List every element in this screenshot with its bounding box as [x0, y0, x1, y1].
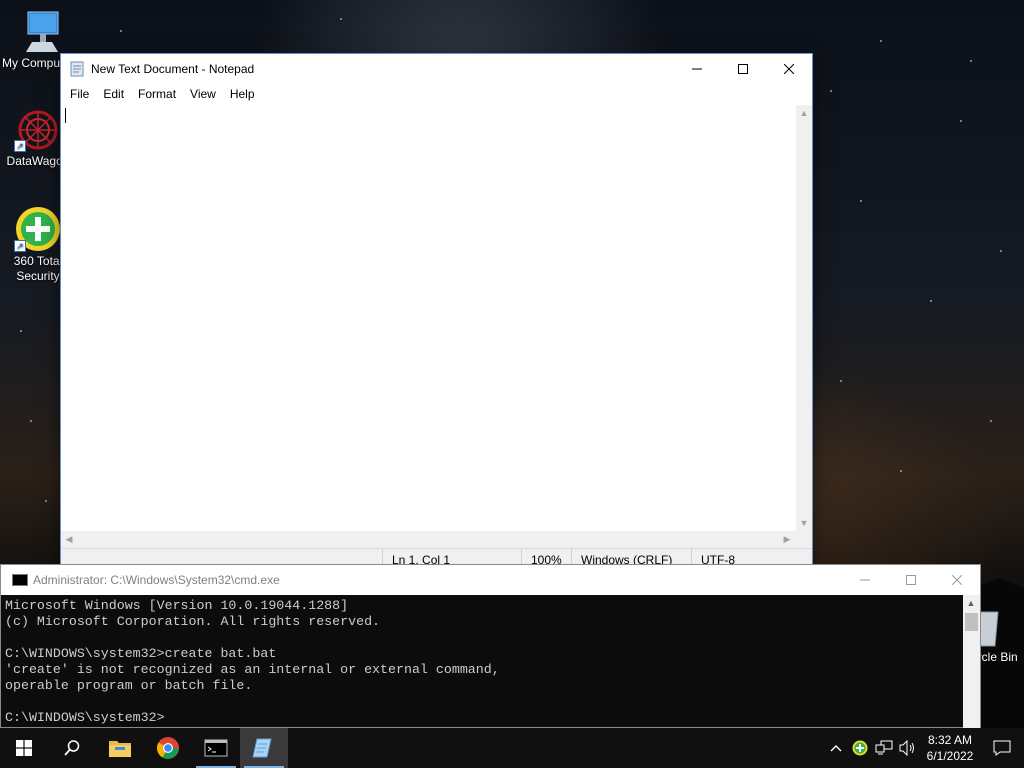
horizontal-scrollbar[interactable]: ◀ ▶	[61, 531, 797, 548]
notepad-titlebar[interactable]: New Text Document - Notepad	[61, 54, 812, 83]
close-icon	[784, 63, 794, 74]
close-button[interactable]	[766, 54, 812, 83]
minimize-button[interactable]	[674, 54, 720, 83]
clock-date: 6/1/2022	[926, 749, 974, 763]
cmd-window[interactable]: Administrator: C:\Windows\System32\cmd.e…	[0, 564, 981, 729]
clock-time: 8:32 AM	[927, 733, 973, 747]
chevron-up-icon	[830, 745, 842, 752]
console-line: 'create' is not recognized as an interna…	[5, 662, 500, 677]
close-button[interactable]	[934, 566, 980, 595]
window-title: New Text Document - Notepad	[91, 61, 255, 76]
menu-file[interactable]: File	[63, 83, 96, 105]
menu-bar: File Edit Format View Help	[61, 83, 812, 105]
start-button[interactable]	[0, 728, 48, 768]
folder-icon	[109, 741, 131, 757]
menu-format[interactable]: Format	[131, 83, 183, 105]
chrome-icon	[157, 737, 179, 759]
computer-icon	[26, 11, 59, 52]
chrome-button[interactable]	[144, 728, 192, 768]
console-line: operable program or batch file.	[5, 678, 253, 693]
network-icon	[875, 740, 893, 755]
scroll-corner	[796, 531, 812, 548]
console-line: (c) Microsoft Corporation. All rights re…	[5, 614, 381, 629]
scroll-right-arrow-icon[interactable]: ▶	[779, 534, 795, 545]
maximize-button[interactable]	[720, 54, 766, 83]
360-security-tray-icon	[852, 740, 868, 756]
system-tray: 8:32 AM 6/1/2022	[824, 728, 1024, 768]
minimize-icon	[692, 68, 702, 69]
notepad-taskbar-button[interactable]	[240, 728, 288, 768]
windows-logo-icon	[16, 740, 32, 756]
scroll-thumb[interactable]	[965, 613, 978, 631]
menu-view[interactable]: View	[183, 83, 223, 105]
notification-icon	[993, 740, 1011, 756]
search-icon	[64, 740, 80, 756]
scroll-left-arrow-icon[interactable]: ◀	[61, 534, 77, 545]
action-center-button[interactable]	[980, 728, 1024, 768]
menu-edit[interactable]: Edit	[96, 83, 131, 105]
scroll-down-arrow-icon[interactable]: ▼	[796, 518, 812, 528]
minimize-button[interactable]	[842, 566, 888, 595]
maximize-icon	[906, 575, 916, 585]
file-explorer-button[interactable]	[96, 728, 144, 768]
text-caret	[65, 108, 66, 123]
cmd-app-icon	[12, 574, 28, 586]
search-button[interactable]	[48, 728, 96, 768]
shortcut-arrow-icon: ↗	[14, 240, 26, 252]
taskbar: 8:32 AM 6/1/2022	[0, 728, 1024, 768]
network-button[interactable]	[872, 728, 896, 768]
cmd-icon	[204, 739, 228, 757]
maximize-icon	[738, 63, 748, 74]
scroll-up-arrow-icon[interactable]: ▲	[963, 598, 979, 608]
vertical-scrollbar[interactable]: ▲	[963, 595, 980, 729]
close-icon	[952, 575, 962, 585]
clock[interactable]: 8:32 AM 6/1/2022	[920, 732, 980, 764]
notepad-app-icon	[70, 61, 84, 76]
menu-help[interactable]: Help	[223, 83, 262, 105]
text-editor-area[interactable]	[61, 105, 797, 531]
console-output[interactable]: Microsoft Windows [Version 10.0.19044.12…	[1, 595, 964, 729]
minimize-icon	[860, 579, 870, 581]
shortcut-arrow-icon: ↗	[14, 140, 26, 152]
speaker-icon	[899, 740, 914, 756]
vertical-scrollbar[interactable]: ▲ ▼	[796, 105, 812, 531]
show-hidden-icons-button[interactable]	[824, 728, 848, 768]
window-title: Administrator: C:\Windows\System32\cmd.e…	[33, 573, 280, 587]
console-line: C:\WINDOWS\system32>create bat.bat	[5, 646, 277, 661]
console-line: Microsoft Windows [Version 10.0.19044.12…	[5, 598, 349, 613]
notepad-icon	[252, 738, 272, 758]
volume-button[interactable]	[896, 728, 920, 768]
maximize-button[interactable]	[888, 566, 934, 595]
console-prompt: C:\WINDOWS\system32>	[5, 710, 165, 725]
cmd-taskbar-button[interactable]	[192, 728, 240, 768]
cmd-titlebar[interactable]: Administrator: C:\Windows\System32\cmd.e…	[1, 565, 980, 595]
notepad-window[interactable]: New Text Document - Notepad File Edit Fo…	[60, 53, 813, 571]
scroll-up-arrow-icon[interactable]: ▲	[796, 108, 812, 118]
360-tray-button[interactable]	[848, 728, 872, 768]
